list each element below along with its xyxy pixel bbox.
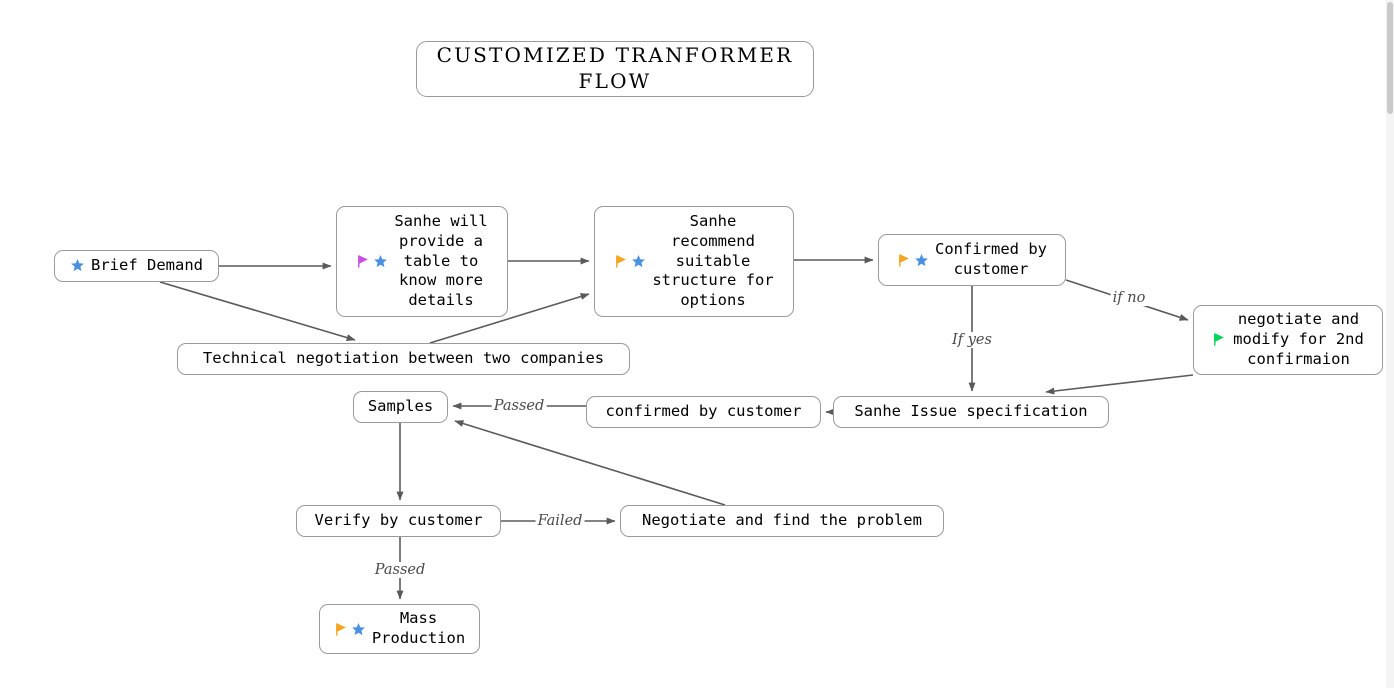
orange-flag-icon [334,622,349,637]
node-icon-group [1212,332,1227,347]
node-content: Sanhe Issue specification [846,402,1095,422]
orange-flag-icon [614,254,629,269]
node-content: Brief Demand [62,256,211,276]
node-content: CUSTOMIZED TRANFORMER FLOW [417,43,813,94]
node-content: Verify by customer [307,511,491,531]
scrollbar-thumb[interactable] [1387,2,1393,114]
node-brief-demand[interactable]: Brief Demand [54,250,219,282]
edge-label: Passed [491,398,547,414]
node-content: Confirmed by customer [889,240,1055,280]
node-icon-group [356,254,388,269]
node-label: Brief Demand [91,256,203,275]
node-label: Samples [367,397,434,416]
node-negotiate-and-modify[interactable]: negotiate and modify for 2nd confirmaion [1193,305,1383,375]
orange-flag-icon [897,253,912,268]
purple-flag-icon [356,254,371,269]
green-flag-icon [1212,332,1227,347]
node-content: Sanhe will provide a table to know more … [348,212,495,311]
node-label: confirmed by customer [605,402,802,421]
node-label: negotiate and modify for 2nd confirmaion [1233,310,1364,368]
node-content: Sanhe recommend suitable structure for o… [606,212,781,311]
edge-label: Passed [372,562,428,578]
flowchart-canvas: CUSTOMIZED TRANFORMER FLOW Brief Demand Sa… [0,0,1394,688]
edge-brief-to-technical [159,281,356,341]
edge-modify-to-spec [1045,374,1194,395]
edge-label: if no [1110,290,1148,306]
node-content: Samples [360,397,441,417]
blue-star-icon [351,622,366,637]
node-label: Sanhe Issue specification [854,402,1088,421]
node-samples[interactable]: Samples [353,391,448,423]
node-content: confirmed by customer [598,402,810,422]
node-technical-negotiation[interactable]: Technical negotiation between two compan… [177,343,630,375]
node-label: Negotiate and find the problem [642,511,922,530]
node-label: Technical negotiation between two compan… [202,349,605,368]
title-node[interactable]: CUSTOMIZED TRANFORMER FLOW [416,41,814,97]
blue-star-icon [70,258,85,273]
node-content: negotiate and modify for 2nd confirmaion [1204,310,1372,369]
node-content: Technical negotiation between two compan… [195,349,612,369]
blue-star-icon [373,254,388,269]
node-negotiate-find-problem[interactable]: Negotiate and find the problem [620,505,944,537]
node-mass-production[interactable]: Mass Production [319,604,480,654]
node-confirmed-by-customer-lower[interactable]: confirmed by customer [586,396,821,428]
node-label: Confirmed by customer [935,240,1047,278]
edge-negotiate-to-samples [454,420,726,506]
edge-label: If yes [950,332,994,348]
node-label: Mass Production [371,609,466,647]
node-label: Sanhe recommend suitable structure for o… [652,211,774,310]
node-content: Negotiate and find the problem [634,511,930,531]
node-label: Verify by customer [314,511,483,530]
node-icon-group [70,258,85,273]
blue-star-icon [631,254,646,269]
node-label: CUSTOMIZED TRANFORMER FLOW [436,43,794,93]
node-icon-group [614,254,646,269]
node-confirmed-by-customer[interactable]: Confirmed by customer [878,234,1066,286]
node-content: Mass Production [326,609,473,649]
blue-star-icon [914,253,929,268]
node-label: Sanhe will provide a table to know more … [394,211,488,310]
node-icon-group [897,253,929,268]
node-verify-by-customer[interactable]: Verify by customer [296,505,501,537]
node-sanhe-issue-specification[interactable]: Sanhe Issue specification [833,396,1109,428]
vertical-scrollbar[interactable] [1386,0,1394,688]
edge-label: Failed [535,513,585,529]
node-sanhe-provide-table[interactable]: Sanhe will provide a table to know more … [336,206,508,317]
node-sanhe-recommend-structure[interactable]: Sanhe recommend suitable structure for o… [594,206,794,317]
node-icon-group [334,622,366,637]
